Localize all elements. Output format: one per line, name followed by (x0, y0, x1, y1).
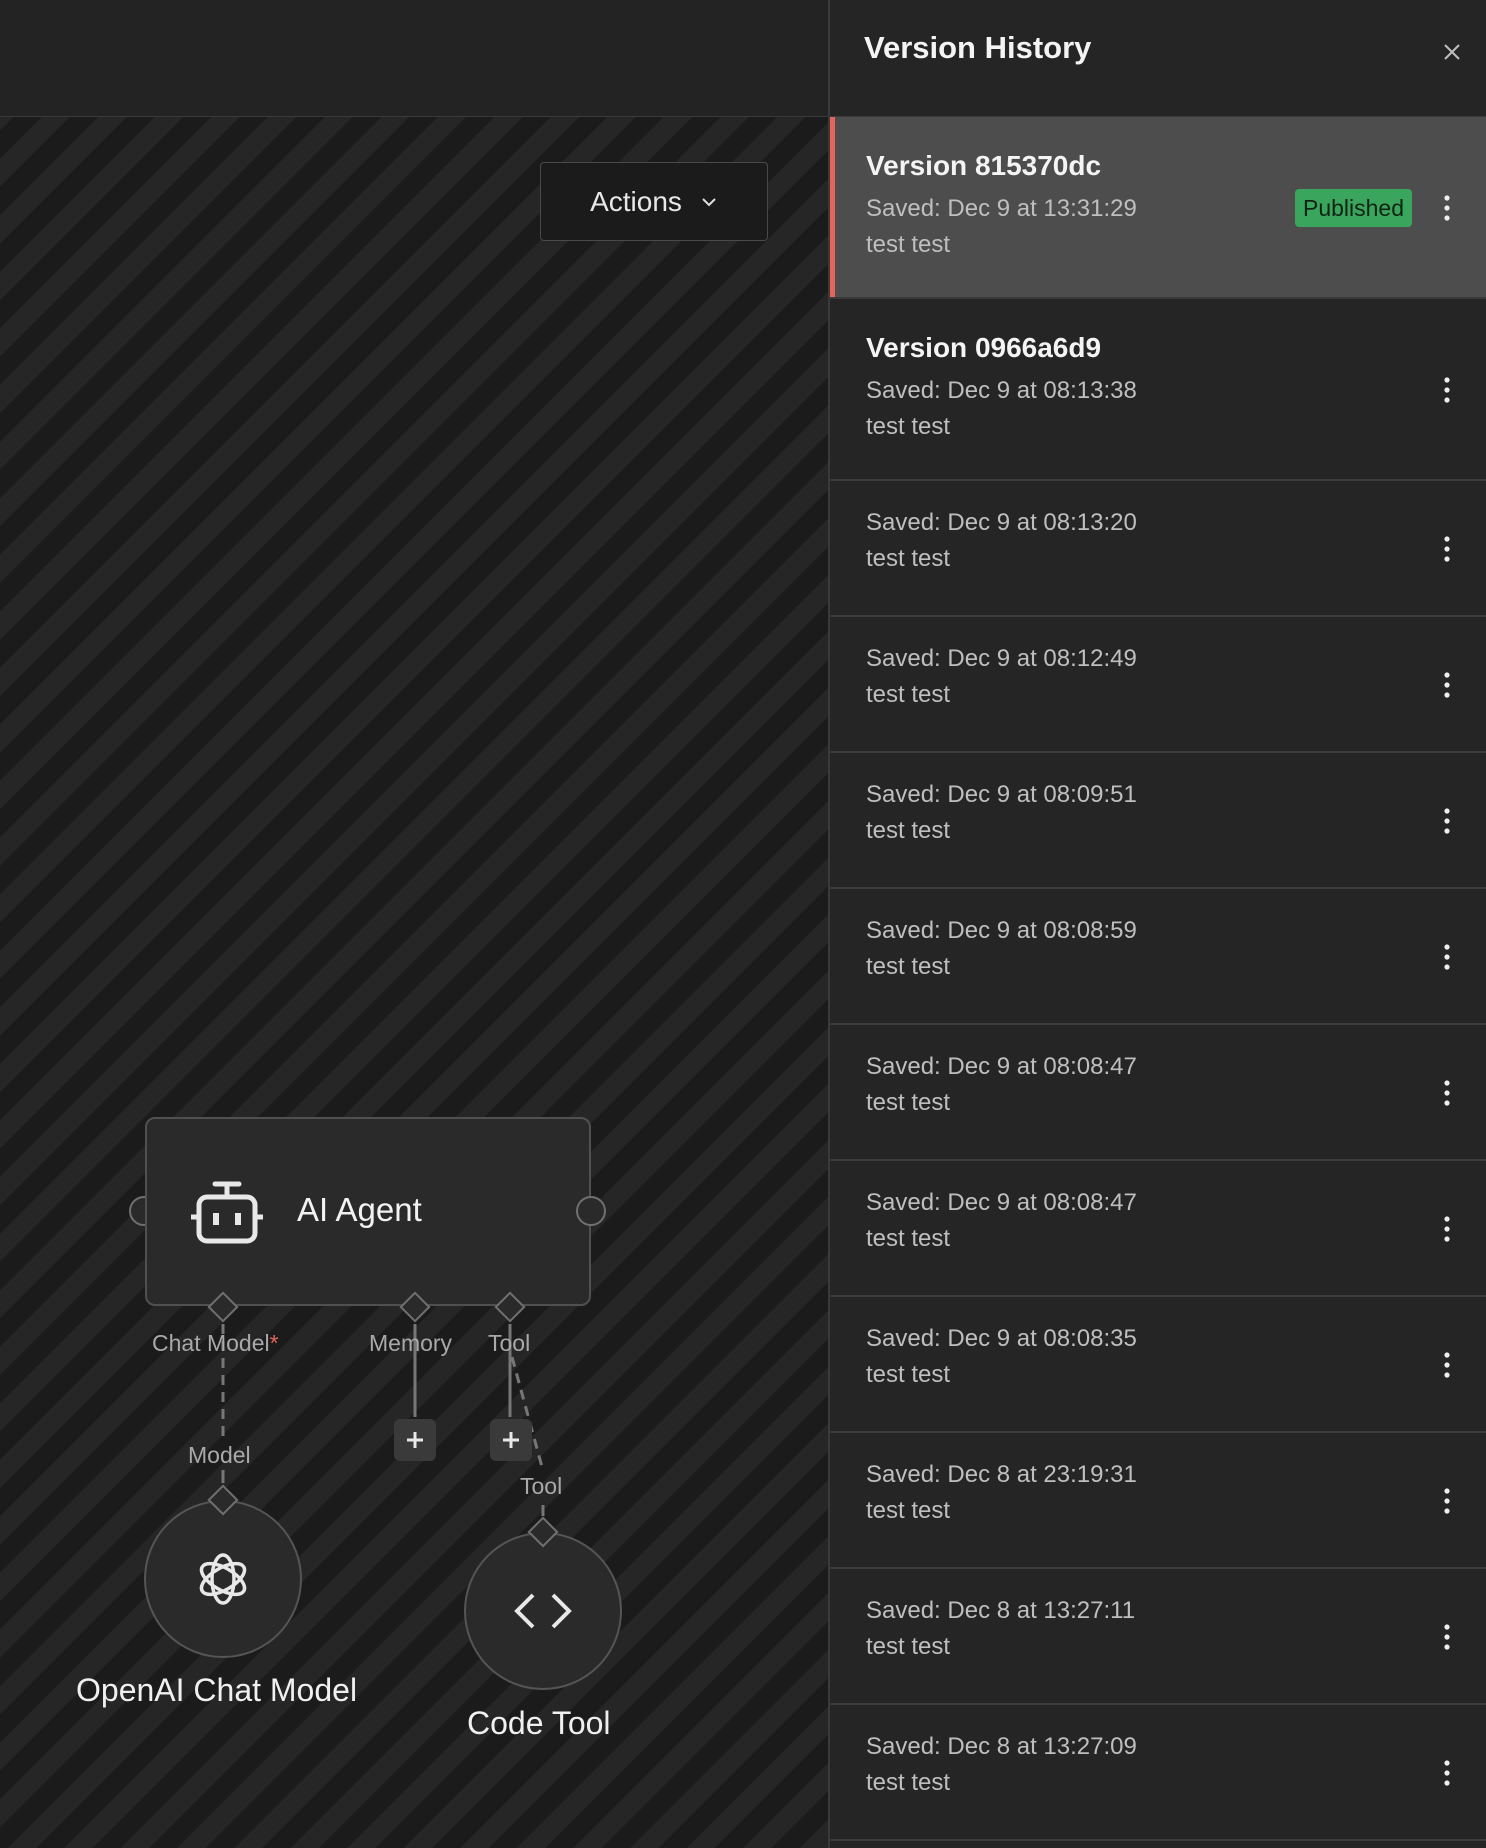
code-icon (514, 1593, 572, 1629)
version-description: test test (866, 817, 951, 844)
version-description: test test (866, 1089, 951, 1116)
app-root: Actions AI Agent Chat Model* Memory Tool… (0, 0, 1486, 1848)
version-description: test test (866, 1633, 951, 1660)
code-tool-title: Code Tool (467, 1705, 611, 1741)
kebab-menu-icon[interactable] (1442, 1216, 1452, 1242)
version-item[interactable]: Saved: Dec 9 at 08:08:47 test test (830, 1161, 1486, 1297)
version-saved-time: Saved: Dec 8 at 13:27:09 (866, 1733, 1137, 1760)
version-item[interactable]: Saved: Dec 9 at 08:08:47 test test (830, 1025, 1486, 1161)
version-list: Version 815370dc Saved: Dec 9 at 13:31:2… (830, 117, 1486, 1841)
kebab-menu-icon[interactable] (1442, 1760, 1452, 1786)
code-tool-node[interactable] (464, 1532, 622, 1690)
version-description: test test (866, 231, 951, 258)
version-saved-time: Saved: Dec 9 at 08:12:49 (866, 645, 1137, 672)
version-saved-time: Saved: Dec 9 at 08:08:59 (866, 917, 1137, 944)
openai-chat-model-node[interactable] (144, 1500, 302, 1658)
openai-model-port-label: Model (188, 1442, 251, 1468)
version-item[interactable]: Saved: Dec 9 at 08:08:35 test test (830, 1297, 1486, 1433)
kebab-menu-icon[interactable] (1442, 808, 1452, 834)
memory-port-label: Memory (369, 1330, 453, 1356)
kebab-menu-icon[interactable] (1442, 944, 1452, 970)
robot-icon (191, 1181, 263, 1244)
workflow-canvas[interactable]: Actions AI Agent Chat Model* Memory Tool… (0, 117, 828, 1848)
version-description: test test (866, 1497, 951, 1524)
kebab-menu-icon[interactable] (1442, 1488, 1452, 1514)
close-icon[interactable] (1440, 40, 1464, 64)
kebab-menu-icon[interactable] (1442, 1352, 1452, 1378)
required-marker: * (269, 1330, 279, 1356)
canvas-header (0, 0, 828, 117)
chat-model-label-text: Chat Model (152, 1330, 270, 1356)
version-item[interactable]: Saved: Dec 9 at 08:09:51 test test (830, 753, 1486, 889)
add-memory-button[interactable] (394, 1419, 436, 1461)
version-name: Version 0966a6d9 (866, 332, 1102, 363)
version-saved-time: Saved: Dec 9 at 08:09:51 (866, 781, 1137, 808)
version-description: test test (866, 953, 951, 980)
version-item[interactable]: Saved: Dec 8 at 23:19:31 test test (830, 1433, 1486, 1569)
version-item[interactable]: Saved: Dec 9 at 08:12:49 test test (830, 617, 1486, 753)
published-badge: Published (1295, 189, 1413, 227)
version-item[interactable]: Version 815370dc Saved: Dec 9 at 13:31:2… (830, 117, 1486, 299)
actions-button[interactable]: Actions (540, 162, 768, 241)
version-description: test test (866, 1225, 951, 1252)
version-description: test test (866, 681, 951, 708)
version-item[interactable]: Saved: Dec 9 at 08:08:59 test test (830, 889, 1486, 1025)
chevron-down-icon (702, 197, 716, 206)
kebab-menu-icon[interactable] (1442, 1080, 1452, 1106)
connection-lines (221, 1324, 545, 1516)
kebab-menu-icon[interactable] (1442, 195, 1452, 221)
version-saved-time: Saved: Dec 9 at 08:08:47 (866, 1189, 1137, 1216)
version-description: test test (866, 1361, 951, 1388)
version-description: test test (866, 413, 951, 440)
version-saved-time: Saved: Dec 8 at 13:27:11 (866, 1597, 1136, 1624)
actions-label: Actions (590, 185, 682, 217)
version-saved-time: Saved: Dec 9 at 08:13:20 (866, 509, 1137, 536)
version-history-panel: Version History Version 815370dc Saved: … (828, 0, 1486, 1848)
tool-port-label: Tool (488, 1330, 531, 1356)
ai-agent-title: AI Agent (297, 1191, 422, 1228)
kebab-menu-icon[interactable] (1442, 536, 1452, 562)
version-saved-time: Saved: Dec 8 at 23:19:31 (866, 1461, 1137, 1488)
add-tool-button[interactable] (490, 1419, 532, 1461)
plus-icon (503, 1432, 519, 1448)
agent-output-port[interactable] (576, 1196, 606, 1226)
version-description: test test (866, 1769, 951, 1796)
version-name: Version 815370dc (866, 150, 1102, 181)
version-item[interactable]: Saved: Dec 8 at 13:27:11 test test (830, 1569, 1486, 1705)
kebab-menu-icon[interactable] (1442, 377, 1452, 403)
kebab-menu-icon[interactable] (1442, 672, 1452, 698)
version-saved-time: Saved: Dec 9 at 08:08:47 (866, 1053, 1137, 1080)
plus-icon (407, 1432, 423, 1448)
panel-title: Version History (864, 30, 1092, 65)
openai-icon (199, 1553, 247, 1605)
ai-agent-node[interactable]: AI Agent (145, 1117, 591, 1306)
chat-model-port-label: Chat Model* (152, 1330, 279, 1357)
panel-header: Version History (830, 0, 1486, 117)
version-saved-time: Saved: Dec 9 at 08:08:35 (866, 1325, 1137, 1352)
kebab-menu-icon[interactable] (1442, 1624, 1452, 1650)
version-item[interactable]: Version 0966a6d9 Saved: Dec 9 at 08:13:3… (830, 299, 1486, 481)
version-item[interactable]: Saved: Dec 8 at 13:27:09 test test (830, 1705, 1486, 1841)
version-saved-time: Saved: Dec 9 at 13:31:29 (866, 195, 1137, 222)
version-saved-time: Saved: Dec 9 at 08:13:38 (866, 377, 1137, 404)
version-item[interactable]: Saved: Dec 9 at 08:13:20 test test (830, 481, 1486, 617)
openai-node-title: OpenAI Chat Model (76, 1672, 358, 1708)
version-description: test test (866, 545, 951, 572)
code-tool-port-label: Tool (520, 1473, 563, 1499)
